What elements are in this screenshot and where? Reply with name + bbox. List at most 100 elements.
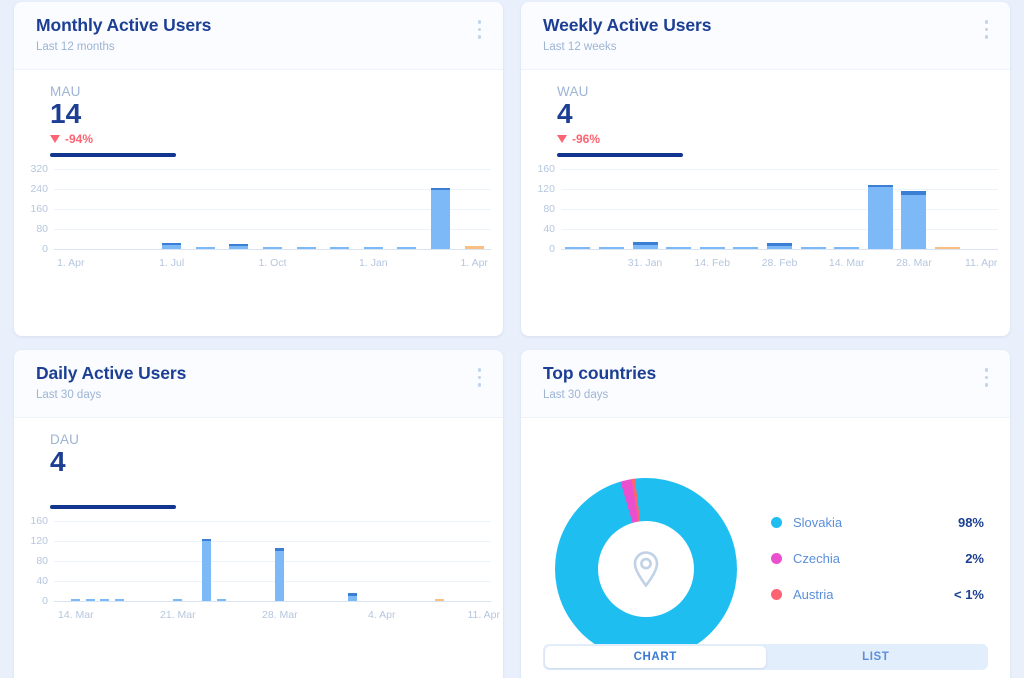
bar[interactable] <box>435 599 444 602</box>
bar[interactable] <box>348 593 357 602</box>
bar-slot[interactable] <box>121 169 155 249</box>
bar-slot[interactable] <box>127 521 142 601</box>
bar[interactable] <box>202 539 211 602</box>
bar-slot[interactable] <box>628 169 662 249</box>
legend-row[interactable]: Slovakia98% <box>771 515 984 530</box>
bar[interactable] <box>565 247 590 249</box>
bar-slot[interactable] <box>424 169 458 249</box>
bar-slot[interactable] <box>88 169 122 249</box>
bar-slot[interactable] <box>476 521 491 601</box>
bar-slot[interactable] <box>447 521 462 601</box>
bar-slot[interactable] <box>863 169 897 249</box>
bar[interactable] <box>173 599 182 602</box>
bar[interactable] <box>733 247 758 249</box>
legend-row[interactable]: Austria< 1% <box>771 587 984 602</box>
bar-slot[interactable] <box>258 521 273 601</box>
bar-slot[interactable] <box>188 169 222 249</box>
bar[interactable] <box>217 599 226 602</box>
bar-slot[interactable] <box>222 169 256 249</box>
kebab-menu-icon[interactable] <box>981 14 993 45</box>
bar[interactable] <box>935 247 960 250</box>
bar-slot[interactable] <box>595 169 629 249</box>
bar[interactable] <box>71 599 80 602</box>
bar-slot[interactable] <box>141 521 156 601</box>
bar[interactable] <box>100 599 109 602</box>
bar[interactable] <box>700 247 725 249</box>
bar-slot[interactable] <box>272 521 287 601</box>
bar-slot[interactable] <box>356 169 390 249</box>
bar-slot[interactable] <box>156 521 171 601</box>
bar-slot[interactable] <box>404 521 419 601</box>
bar[interactable] <box>834 247 859 249</box>
bar[interactable] <box>263 247 282 249</box>
bar-slot[interactable] <box>964 169 998 249</box>
bar-slot[interactable] <box>171 521 186 601</box>
bar[interactable] <box>801 247 826 249</box>
bar-slot[interactable] <box>54 521 69 601</box>
bar-slot[interactable] <box>561 169 595 249</box>
bar-slot[interactable] <box>229 521 244 601</box>
bar[interactable] <box>633 242 658 249</box>
donut-chart[interactable] <box>555 478 737 660</box>
bar-slot[interactable] <box>302 521 317 601</box>
bar[interactable] <box>666 247 691 249</box>
bar[interactable] <box>115 599 124 602</box>
bar-slot[interactable] <box>796 169 830 249</box>
bar-slot[interactable] <box>345 521 360 601</box>
bar-slot[interactable] <box>662 169 696 249</box>
bar-slot[interactable] <box>418 521 433 601</box>
bar-slot[interactable] <box>243 521 258 601</box>
bar[interactable] <box>86 599 95 602</box>
bar-slot[interactable] <box>323 169 357 249</box>
bar-slot[interactable] <box>54 169 88 249</box>
kebab-menu-icon[interactable] <box>474 14 486 45</box>
chart-list-toggle[interactable]: CHART LIST <box>543 644 988 670</box>
bar[interactable] <box>229 244 248 250</box>
legend-row[interactable]: Czechia2% <box>771 551 984 566</box>
bar-slot[interactable] <box>155 169 189 249</box>
bar-slot[interactable] <box>289 169 323 249</box>
bar-slot[interactable] <box>729 169 763 249</box>
bar-slot[interactable] <box>695 169 729 249</box>
bar[interactable] <box>868 185 893 250</box>
bar-slot[interactable] <box>200 521 215 601</box>
bar[interactable] <box>397 247 416 249</box>
bar-slot[interactable] <box>256 169 290 249</box>
bar-slot[interactable] <box>360 521 375 601</box>
bar-slot[interactable] <box>316 521 331 601</box>
bar[interactable] <box>196 247 215 249</box>
bar-slot[interactable] <box>389 521 404 601</box>
kebab-menu-icon[interactable] <box>981 362 993 393</box>
bar[interactable] <box>275 548 284 601</box>
bar-slot[interactable] <box>98 521 113 601</box>
bar-slot[interactable] <box>185 521 200 601</box>
bar-slot[interactable] <box>214 521 229 601</box>
bar[interactable] <box>767 243 792 249</box>
bar-slot[interactable] <box>897 169 931 249</box>
bar-slot[interactable] <box>287 521 302 601</box>
bar[interactable] <box>297 247 316 249</box>
bar-slot[interactable] <box>462 521 477 601</box>
bar[interactable] <box>599 247 624 250</box>
bar[interactable] <box>465 246 484 249</box>
bar-slot[interactable] <box>830 169 864 249</box>
bar-segment <box>297 247 316 249</box>
bar[interactable] <box>162 243 181 250</box>
bar-slot[interactable] <box>331 521 346 601</box>
bar-slot[interactable] <box>390 169 424 249</box>
bar[interactable] <box>330 247 349 249</box>
bar-slot[interactable] <box>763 169 797 249</box>
bar[interactable] <box>431 188 450 249</box>
bar-slot[interactable] <box>374 521 389 601</box>
kebab-menu-icon[interactable] <box>474 362 486 393</box>
bar-slot[interactable] <box>112 521 127 601</box>
bar-slot[interactable] <box>457 169 491 249</box>
tab-list[interactable]: LIST <box>766 646 987 668</box>
tab-chart[interactable]: CHART <box>545 646 766 668</box>
bar[interactable] <box>364 247 383 249</box>
bar-slot[interactable] <box>69 521 84 601</box>
bar-slot[interactable] <box>931 169 965 249</box>
bar-slot[interactable] <box>83 521 98 601</box>
bar-slot[interactable] <box>433 521 448 601</box>
bar[interactable] <box>901 191 926 249</box>
